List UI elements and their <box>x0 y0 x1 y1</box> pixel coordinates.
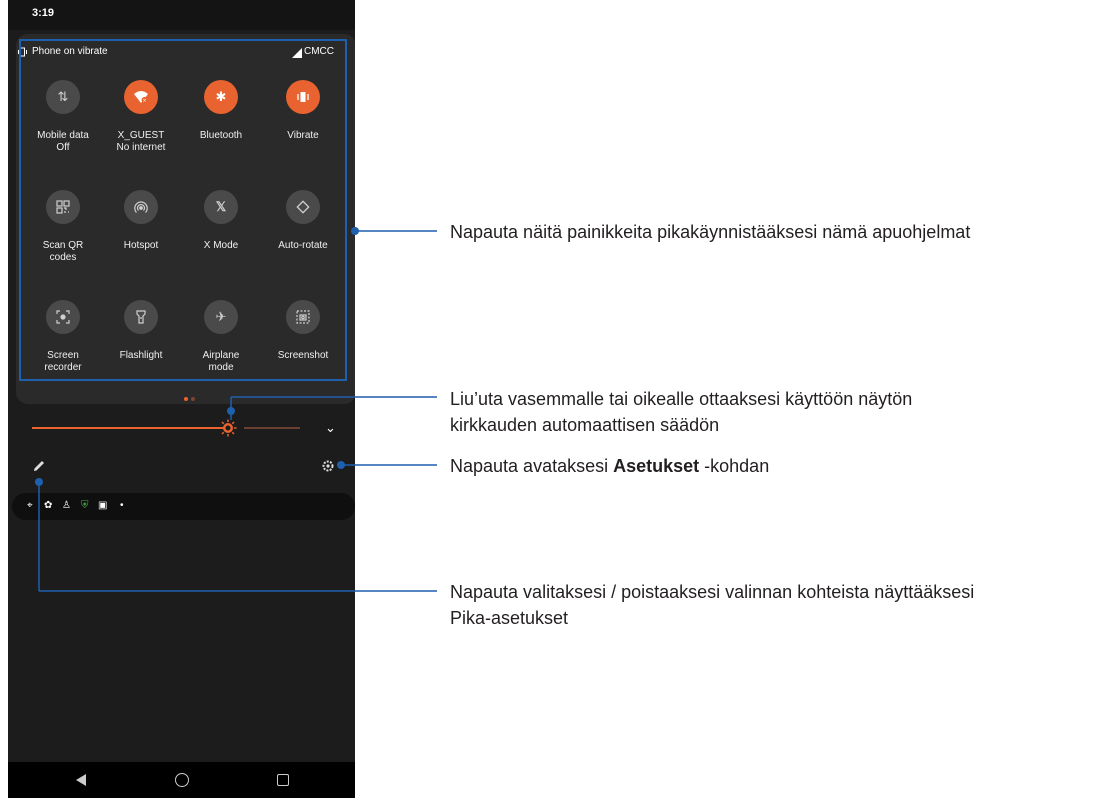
callout-settings-prefix: Napauta avataksesi <box>450 456 614 476</box>
callout-settings-bold: Asetukset <box>613 456 700 476</box>
callout-brightness-line2: kirkkauden automaattisen säädön <box>450 415 720 435</box>
callout-tiles: Napauta näitä painikkeita pikakäynnistää… <box>450 222 971 242</box>
callout-edit-line1: Napauta valitaksesi / poistaaksesi valin… <box>450 582 975 602</box>
callout-settings: Napauta avataksesi Asetukset -kohdan <box>450 453 769 479</box>
callout-settings-suffix: -kohdan <box>699 456 770 476</box>
callout-brightness-line1: Liu’uta vasemmalle tai oikealle ottaakse… <box>450 389 913 409</box>
callout-edit-line2: Pika-asetukset <box>450 608 569 628</box>
